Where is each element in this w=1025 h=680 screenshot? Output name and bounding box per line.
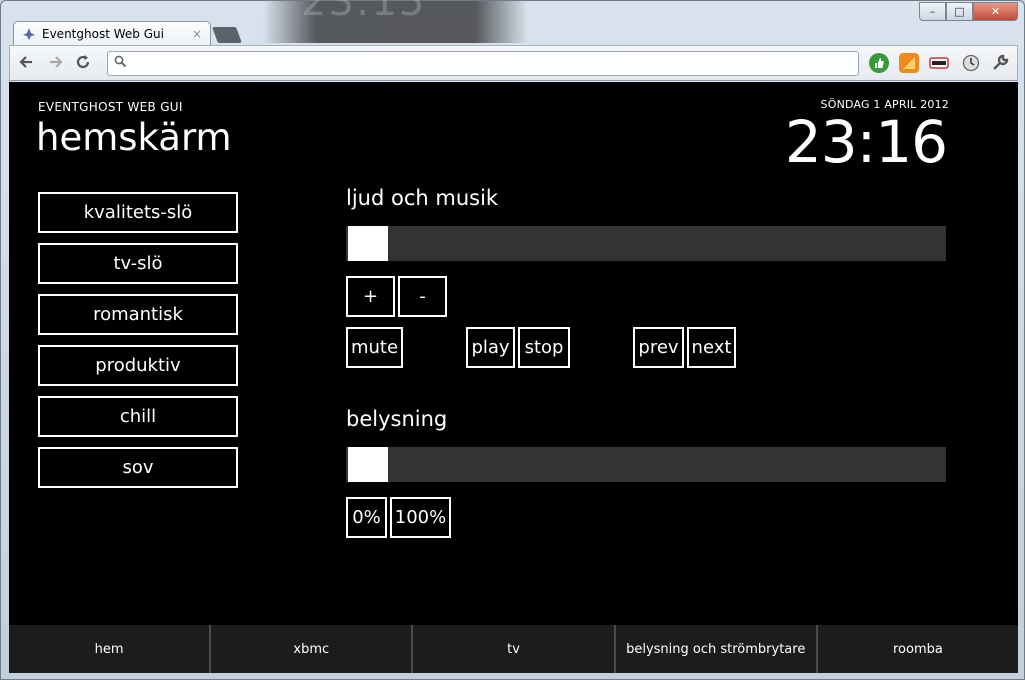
forward-arrow-icon[interactable] bbox=[44, 53, 66, 73]
new-tab-button[interactable] bbox=[212, 27, 242, 43]
nav-item-tv[interactable]: tv bbox=[411, 625, 613, 673]
title-bar: 23:15 Eventghost Web Gui × – □ ✕ bbox=[1, 0, 1024, 46]
page-title: hemskärm bbox=[36, 116, 232, 159]
browser-tab[interactable]: Eventghost Web Gui × bbox=[13, 21, 211, 46]
tab-close-icon[interactable]: × bbox=[192, 27, 202, 41]
volume-up-button[interactable]: + bbox=[346, 276, 395, 317]
tab-title: Eventghost Web Gui bbox=[42, 27, 164, 41]
wrench-icon[interactable] bbox=[990, 53, 1010, 73]
clock-time: 23:16 bbox=[784, 108, 948, 176]
web-page: EVENTGHOST WEB GUI hemskärm SÖNDAG 1 APR… bbox=[9, 82, 1018, 673]
scene-button-tv-slo[interactable]: tv-slö bbox=[38, 243, 238, 284]
nav-item-roomba[interactable]: roomba bbox=[815, 625, 1018, 673]
reload-icon[interactable] bbox=[72, 53, 94, 73]
scene-button-kvalitets-slo[interactable]: kvalitets-slö bbox=[38, 192, 238, 233]
back-arrow-icon[interactable] bbox=[16, 53, 38, 73]
app-name: EVENTGHOST WEB GUI bbox=[38, 100, 183, 114]
minimize-button[interactable]: – bbox=[919, 2, 946, 21]
volume-down-button[interactable]: - bbox=[398, 276, 447, 317]
lighting-slider[interactable] bbox=[346, 447, 946, 482]
bottom-navigation: hem xbmc tv belysning och strömbrytare r… bbox=[9, 625, 1018, 673]
search-icon bbox=[114, 55, 127, 72]
stop-button[interactable]: stop bbox=[518, 327, 570, 368]
eventghost-icon bbox=[22, 27, 36, 41]
volume-slider-thumb[interactable] bbox=[348, 226, 388, 261]
audio-section-title: ljud och musik bbox=[346, 186, 499, 210]
address-input[interactable] bbox=[132, 54, 852, 73]
rss-feed-icon[interactable] bbox=[899, 53, 919, 73]
scene-button-produktiv[interactable]: produktiv bbox=[38, 345, 238, 386]
prev-button[interactable]: prev bbox=[633, 327, 684, 368]
volume-slider[interactable] bbox=[346, 226, 946, 261]
browser-toolbar bbox=[9, 45, 1018, 81]
clock-icon[interactable] bbox=[961, 53, 981, 73]
background-clock: 23:15 bbox=[301, 0, 427, 25]
window-controls: – □ ✕ bbox=[919, 2, 1018, 21]
lighting-slider-thumb[interactable] bbox=[348, 447, 388, 482]
play-button[interactable]: play bbox=[466, 327, 515, 368]
close-window-button[interactable]: ✕ bbox=[973, 2, 1018, 21]
nav-item-belysning[interactable]: belysning och strömbrytare bbox=[613, 625, 816, 673]
mute-button[interactable]: mute bbox=[346, 327, 403, 368]
thumbs-up-icon[interactable] bbox=[869, 53, 889, 73]
lighting-off-button[interactable]: 0% bbox=[346, 497, 387, 538]
browser-window: 23:15 Eventghost Web Gui × – □ ✕ EVENTGH… bbox=[0, 0, 1025, 680]
lighting-section-title: belysning bbox=[346, 407, 448, 431]
maximize-button[interactable]: □ bbox=[946, 2, 973, 21]
address-bar[interactable] bbox=[107, 51, 859, 76]
scene-button-sov[interactable]: sov bbox=[38, 447, 238, 488]
scene-button-romantisk[interactable]: romantisk bbox=[38, 294, 238, 335]
scene-button-chill[interactable]: chill bbox=[38, 396, 238, 437]
next-button[interactable]: next bbox=[687, 327, 736, 368]
nav-item-hem[interactable]: hem bbox=[9, 625, 209, 673]
lighting-full-button[interactable]: 100% bbox=[390, 497, 451, 538]
disguise-mask-icon[interactable] bbox=[929, 53, 949, 73]
nav-item-xbmc[interactable]: xbmc bbox=[209, 625, 411, 673]
